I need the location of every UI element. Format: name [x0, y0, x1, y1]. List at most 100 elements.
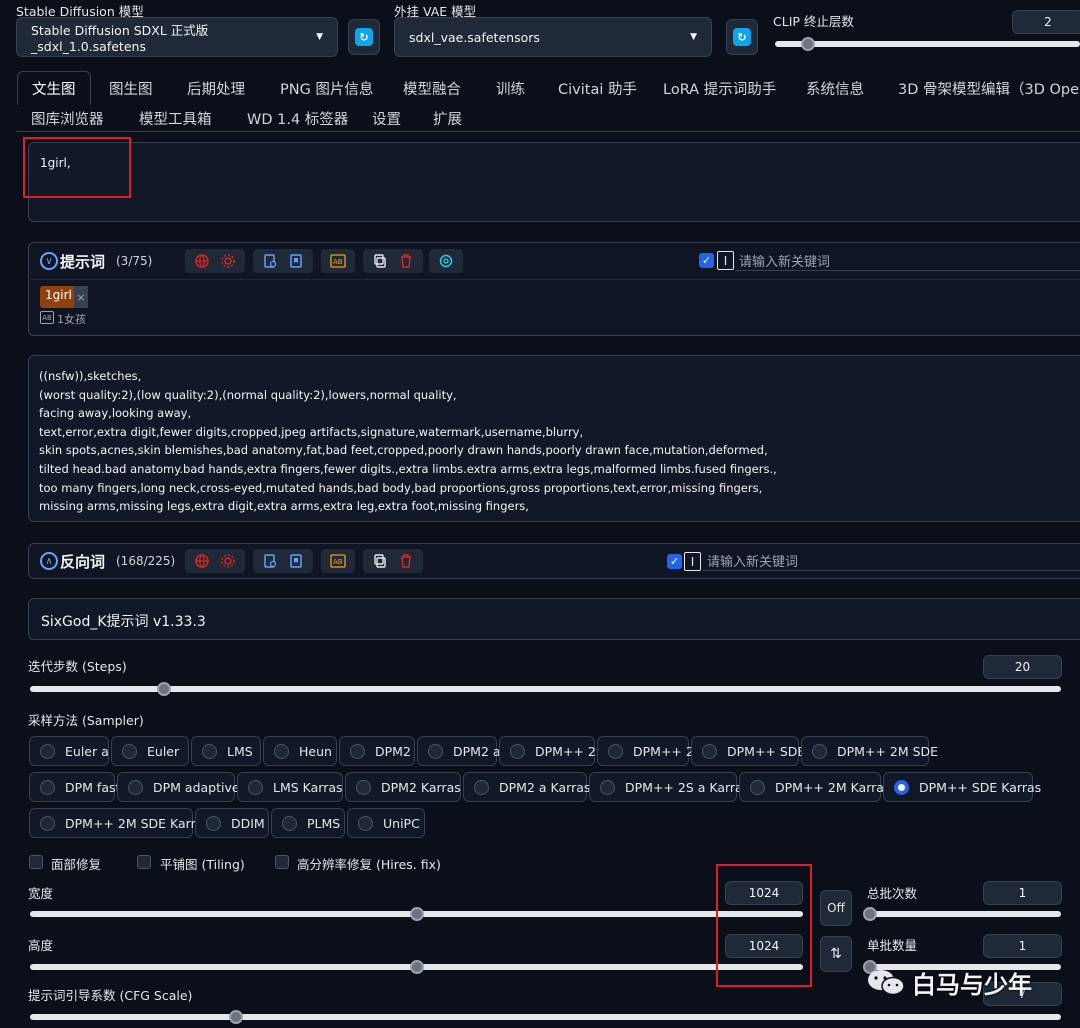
tabs-divider [16, 131, 1080, 132]
sampler-option[interactable]: DPM++ 2M [597, 736, 705, 766]
radio-dot [812, 743, 827, 759]
tab-lora-helper[interactable]: LoRA 提示词助手 [663, 78, 776, 99]
openai-icon [439, 254, 453, 268]
chevron-down-icon[interactable]: ∨ [40, 252, 58, 270]
tiling-checkbox[interactable] [137, 855, 151, 869]
sampler-option[interactable]: DPM2 a [417, 736, 501, 766]
refresh-sd-model-button[interactable]: ↻ [348, 19, 380, 55]
batch-size-label: 单批数量 [867, 938, 918, 953]
tab-wd-tagger[interactable]: WD 1.4 标签器 [247, 108, 348, 129]
sampler-option[interactable]: DPM adaptive [117, 772, 240, 802]
width-label: 宽度 [28, 886, 54, 901]
batch-count-input[interactable]: 1 [983, 881, 1062, 905]
hires-fix-checkbox[interactable] [275, 855, 289, 869]
clip-value-input[interactable]: 2 [1012, 10, 1080, 34]
sampler-option-label: DPM adaptive [153, 779, 240, 795]
tab-system-info[interactable]: 系统信息 [806, 78, 864, 99]
sixgod-accordion[interactable]: SixGod_K提示词 v1.33.3 [28, 598, 1080, 640]
tab-img2img[interactable]: 图生图 [109, 78, 153, 99]
sampler-option[interactable]: UniPC [347, 808, 425, 838]
tab-civitai[interactable]: Civitai 助手 [558, 78, 637, 99]
batch-count-slider[interactable] [863, 907, 1061, 921]
tab-png-info[interactable]: PNG 图片信息 [280, 78, 373, 99]
tab-settings[interactable]: 设置 [372, 108, 401, 129]
keyword-enable-checkbox[interactable]: ✓ [667, 554, 682, 569]
width-slider[interactable] [30, 907, 803, 921]
sampler-option[interactable]: DPM2 Karras [345, 772, 461, 802]
settings-button[interactable] [211, 549, 245, 573]
sampler-option[interactable]: DPM2 a Karras [463, 772, 591, 802]
translate-icon: AB [330, 554, 346, 568]
batch-size-input[interactable]: 1 [983, 934, 1062, 958]
sampler-option[interactable]: LMS [191, 736, 261, 766]
height-slider[interactable] [30, 960, 803, 974]
sampler-option-label: UniPC [383, 815, 420, 831]
prompt-textarea[interactable]: 1girl, [28, 142, 1080, 222]
tab-txt2img[interactable]: 文生图 [17, 71, 91, 105]
face-restore-checkbox[interactable] [29, 855, 43, 869]
aspect-lock-button[interactable]: Off [820, 890, 852, 926]
steps-slider[interactable] [30, 682, 1061, 696]
negative-token-count: (168/225) [116, 554, 176, 568]
delete-button[interactable] [389, 549, 423, 573]
keyword-enable-checkbox[interactable]: ✓ [699, 253, 714, 268]
sampler-option[interactable]: DPM++ 2M SDE [801, 736, 938, 766]
tab-model-merge[interactable]: 模型融合 [403, 78, 461, 99]
height-slider-thumb[interactable] [409, 960, 424, 974]
bookmark-button[interactable] [279, 549, 313, 573]
sampler-option[interactable]: DPM2 [339, 736, 415, 766]
sampler-option[interactable]: Heun [263, 736, 337, 766]
height-label: 高度 [28, 938, 54, 953]
tag-close-icon[interactable]: × [74, 286, 88, 308]
bookmark-button[interactable] [279, 249, 313, 273]
sampler-option[interactable]: LMS Karras [237, 772, 343, 802]
tab-model-toolkit[interactable]: 模型工具箱 [139, 108, 212, 129]
sd-model-select[interactable]: Stable Diffusion SDXL 正式版_sdxl_1.0.safet… [16, 17, 338, 57]
translate-text-button[interactable]: AB [321, 549, 355, 573]
prompt-tag[interactable]: 1girl [40, 286, 77, 308]
batch-count-slider-thumb[interactable] [863, 907, 877, 921]
globe-icon [195, 254, 209, 268]
batch-count-label: 总批次数 [867, 886, 918, 901]
cfg-slider-thumb[interactable] [229, 1010, 244, 1024]
cfg-slider[interactable] [30, 1010, 1061, 1024]
tab-3d-openpose[interactable]: 3D 骨架模型编辑（3D Open [898, 78, 1080, 99]
ai-button[interactable] [429, 249, 463, 273]
sampler-option-label: DPM++ 2M SDE [837, 743, 939, 759]
sampler-option-label: DPM fast [65, 779, 121, 795]
sampler-option[interactable]: Euler [111, 736, 189, 766]
radio-dot [702, 743, 717, 759]
sampler-option[interactable]: DPM++ 2S a Karras [589, 772, 749, 802]
sampler-option-label: DPM2 a Karras [499, 779, 591, 795]
refresh-vae-button[interactable]: ↻ [726, 19, 758, 55]
negative-prompt-textarea[interactable]: ((nsfw)),sketches, (worst quality:2),(lo… [28, 355, 1080, 522]
chevron-up-icon[interactable]: ∧ [40, 552, 58, 570]
clip-slider[interactable] [775, 37, 1080, 51]
settings-button[interactable] [211, 249, 245, 273]
steps-input[interactable]: 20 [983, 655, 1062, 679]
copy-icon [374, 254, 386, 268]
tab-extensions[interactable]: 扩展 [433, 108, 462, 129]
sampler-option[interactable]: DPM++ SDE [691, 736, 805, 766]
steps-slider-thumb[interactable] [157, 682, 172, 696]
keyword-input[interactable]: 请输入新关键词 [735, 249, 1080, 271]
swap-dimensions-button[interactable]: ⇅ [820, 936, 852, 972]
width-slider-thumb[interactable] [409, 907, 424, 921]
tab-train[interactable]: 训练 [496, 78, 525, 99]
sampler-option[interactable]: DPM++ 2M Karras [739, 772, 890, 802]
sampler-option[interactable]: Euler a [29, 736, 109, 766]
tab-image-browser[interactable]: 图库浏览器 [31, 108, 104, 129]
sampler-option[interactable]: DPM fast [29, 772, 120, 802]
negative-prompt-text: ((nsfw)),sketches, (worst quality:2),(lo… [39, 367, 777, 516]
delete-button[interactable] [389, 249, 423, 273]
translate-text-button[interactable]: AB [321, 249, 355, 273]
vae-select[interactable]: sdxl_vae.safetensors ▼ [394, 17, 712, 57]
keyword-input[interactable]: 请输入新关键词 [703, 549, 1080, 571]
clip-slider-thumb[interactable] [801, 37, 815, 51]
sampler-option[interactable]: DPM++ 2S a [499, 736, 615, 766]
tab-extras[interactable]: 后期处理 [187, 78, 245, 99]
sampler-option[interactable]: DDIM [195, 808, 269, 838]
sampler-option[interactable]: DPM++ 2M SDE Karras [29, 808, 210, 838]
sampler-option[interactable]: DPM++ SDE Karras [883, 772, 1041, 802]
sampler-option[interactable]: PLMS [271, 808, 345, 838]
